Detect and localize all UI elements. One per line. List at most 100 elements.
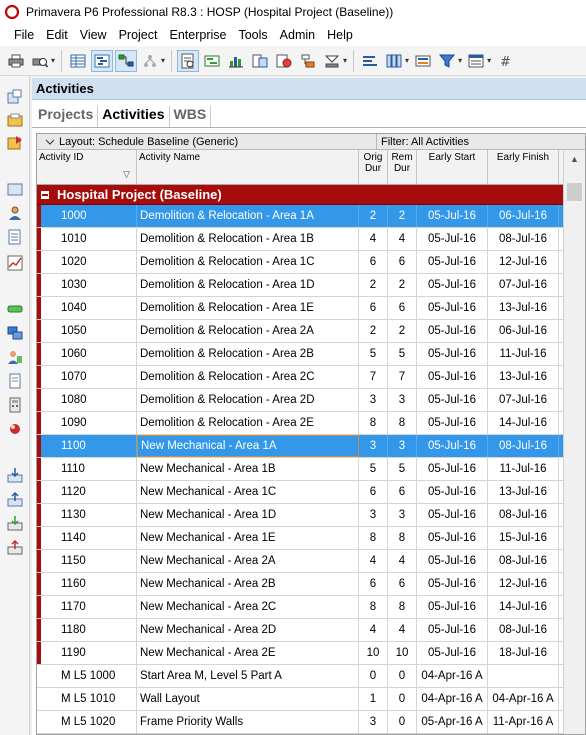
cell-early-finish[interactable]: 08-Jul-16: [488, 504, 559, 526]
scroll-thumb[interactable]: [567, 183, 582, 201]
collapse-icon[interactable]: [41, 190, 49, 199]
cell-activity-name[interactable]: Frame Priority Walls: [137, 711, 359, 733]
cell-orig-dur[interactable]: 8: [359, 527, 388, 549]
cell-activity-name[interactable]: Demolition & Relocation - Area 1E: [137, 297, 359, 319]
gantt-icon[interactable]: [91, 49, 114, 72]
cell-activity-id[interactable]: 1100: [41, 435, 137, 457]
cell-rem-dur[interactable]: 2: [388, 205, 417, 227]
cell-activity-name[interactable]: New Mechanical - Area 1C: [137, 481, 359, 503]
cell-early-finish[interactable]: 12-Jul-16: [488, 251, 559, 273]
reports-icon[interactable]: [6, 228, 24, 246]
cell-activity-name[interactable]: New Mechanical - Area 2E: [137, 642, 359, 664]
cell-rem-dur[interactable]: 4: [388, 228, 417, 250]
cell-orig-dur[interactable]: 2: [359, 205, 388, 227]
progress-icon[interactable]: [273, 50, 295, 72]
cell-early-finish[interactable]: 13-Jul-16: [488, 366, 559, 388]
menu-tools[interactable]: Tools: [232, 28, 273, 42]
cell-early-finish[interactable]: 14-Jul-16: [488, 412, 559, 434]
cell-activity-name[interactable]: New Mechanical - Area 2D: [137, 619, 359, 641]
reflect-icon[interactable]: [139, 50, 161, 72]
cell-early-finish[interactable]: 11-Apr-16 A: [488, 711, 559, 733]
cell-activity-id[interactable]: 1190: [41, 642, 137, 664]
cell-early-finish[interactable]: [488, 665, 559, 687]
table-row[interactable]: 1010 Demolition & Relocation - Area 1B 4 4 0…: [37, 228, 585, 251]
cell-rem-dur[interactable]: 2: [388, 274, 417, 296]
column-header-early-finish[interactable]: Early Finish: [488, 150, 559, 184]
cell-activity-id[interactable]: 1090: [41, 412, 137, 434]
table-row[interactable]: 1040 Demolition & Relocation - Area 1E 6 6 0…: [37, 297, 585, 320]
assignments-icon[interactable]: [6, 348, 24, 366]
cell-orig-dur[interactable]: 8: [359, 412, 388, 434]
summarize-icon[interactable]: [297, 50, 319, 72]
cell-orig-dur[interactable]: 5: [359, 343, 388, 365]
level-icon[interactable]: [225, 50, 247, 72]
cell-rem-dur[interactable]: 6: [388, 251, 417, 273]
cell-early-start[interactable]: 05-Jul-16: [417, 527, 488, 549]
cell-early-start[interactable]: 05-Jul-16: [417, 573, 488, 595]
table-icon[interactable]: [67, 50, 89, 72]
cell-early-finish[interactable]: 04-Apr-16 A: [488, 688, 559, 710]
menu-admin[interactable]: Admin: [274, 28, 321, 42]
cell-activity-name[interactable]: Wall Layout: [137, 688, 359, 710]
cell-activity-name[interactable]: Demolition & Relocation - Area 1D: [137, 274, 359, 296]
table-row[interactable]: M L5 1010 Wall Layout 1 0 04-Apr-16 A 04-Apr-…: [37, 688, 585, 711]
cell-early-finish[interactable]: 18-Jul-16: [488, 642, 559, 664]
cell-rem-dur[interactable]: 0: [388, 688, 417, 710]
portfolios-icon[interactable]: [6, 180, 24, 198]
cell-rem-dur[interactable]: 3: [388, 389, 417, 411]
cell-activity-name[interactable]: New Mechanical - Area 2B: [137, 573, 359, 595]
layout-icon[interactable]: [177, 49, 200, 72]
cell-early-finish[interactable]: 11-Jul-16: [488, 343, 559, 365]
table-row[interactable]: 1080 Demolition & Relocation - Area 2D 3 3 0…: [37, 389, 585, 412]
cell-orig-dur[interactable]: 3: [359, 435, 388, 457]
cell-activity-id[interactable]: 1030: [41, 274, 137, 296]
menu-project[interactable]: Project: [113, 28, 164, 42]
cell-rem-dur[interactable]: 2: [388, 320, 417, 342]
cell-orig-dur[interactable]: 6: [359, 573, 388, 595]
cell-activity-name[interactable]: Demolition & Relocation - Area 2E: [137, 412, 359, 434]
vertical-scrollbar[interactable]: ▲: [563, 150, 585, 734]
cell-early-start[interactable]: 05-Jul-16: [417, 504, 488, 526]
table-row[interactable]: 1190 New Mechanical - Area 2E 10 10 05-Jul-1…: [37, 642, 585, 665]
cell-orig-dur[interactable]: 6: [359, 251, 388, 273]
table-row[interactable]: 1120 New Mechanical - Area 1C 6 6 05-Jul-16 1…: [37, 481, 585, 504]
columns-icon[interactable]: [383, 50, 405, 72]
cell-early-start[interactable]: 05-Jul-16: [417, 458, 488, 480]
cell-early-finish[interactable]: 06-Jul-16: [488, 320, 559, 342]
columns-dropdown-icon[interactable]: ▾: [405, 56, 409, 65]
table-row[interactable]: 1090 Demolition & Relocation - Area 2E 8 8 0…: [37, 412, 585, 435]
cell-early-start[interactable]: 05-Jul-16: [417, 297, 488, 319]
menu-file[interactable]: File: [8, 28, 40, 42]
table-row[interactable]: 1140 New Mechanical - Area 1E 8 8 05-Jul-16 1…: [37, 527, 585, 550]
cell-early-start[interactable]: 05-Jul-16: [417, 251, 488, 273]
check-in-icon[interactable]: [6, 514, 24, 532]
copy-project-icon[interactable]: [6, 134, 24, 152]
cell-early-start[interactable]: 05-Jul-16: [417, 596, 488, 618]
table-row[interactable]: 1020 Demolition & Relocation - Area 1C 6 6 0…: [37, 251, 585, 274]
cell-early-finish[interactable]: 07-Jul-16: [488, 274, 559, 296]
layout-selector[interactable]: Layout: Schedule Baseline (Generic): [37, 134, 377, 149]
enterprise-projects-icon[interactable]: [6, 88, 24, 106]
cell-activity-id[interactable]: 1130: [41, 504, 137, 526]
cell-early-start[interactable]: 05-Jul-16: [417, 435, 488, 457]
resources-icon[interactable]: [6, 204, 24, 222]
cell-rem-dur[interactable]: 4: [388, 619, 417, 641]
cell-orig-dur[interactable]: 10: [359, 642, 388, 664]
table-row[interactable]: 1100 New Mechanical - Area 1A 3 3 05-Jul-16 0…: [37, 435, 585, 458]
menu-edit[interactable]: Edit: [40, 28, 74, 42]
cell-orig-dur[interactable]: 6: [359, 481, 388, 503]
table-row[interactable]: 1150 New Mechanical - Area 2A 4 4 05-Jul-16 0…: [37, 550, 585, 573]
cell-early-finish[interactable]: 07-Jul-16: [488, 389, 559, 411]
cell-early-start[interactable]: 04-Apr-16 A: [417, 665, 488, 687]
cell-rem-dur[interactable]: 10: [388, 642, 417, 664]
reflect-dropdown-icon[interactable]: ▾: [161, 56, 165, 65]
cell-rem-dur[interactable]: 8: [388, 596, 417, 618]
group-dropdown-icon[interactable]: ▾: [487, 56, 491, 65]
cell-activity-name[interactable]: Demolition & Relocation - Area 1B: [137, 228, 359, 250]
cell-early-start[interactable]: 05-Jul-16: [417, 481, 488, 503]
cell-early-finish[interactable]: 15-Jul-16: [488, 527, 559, 549]
cell-early-start[interactable]: 05-Jul-16: [417, 550, 488, 572]
cell-orig-dur[interactable]: 0: [359, 665, 388, 687]
cell-orig-dur[interactable]: 8: [359, 596, 388, 618]
cell-early-start[interactable]: 05-Jul-16: [417, 412, 488, 434]
